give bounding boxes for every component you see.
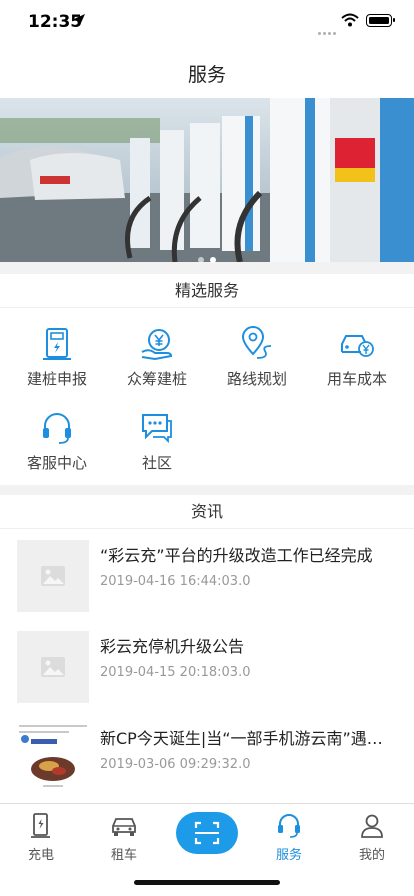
service-crowdfund[interactable]: 众筹建桩: [105, 326, 209, 389]
news-title: “彩云充”平台的升级改造工作已经完成: [100, 546, 373, 565]
news-date: 2019-03-06 09:29:32.0: [100, 757, 251, 772]
charging-post-icon: [43, 328, 71, 360]
car-icon: [112, 818, 136, 836]
service-label: 众筹建桩: [126, 370, 187, 388]
yen-hand-icon: [141, 329, 173, 361]
service-community[interactable]: 社区: [105, 410, 209, 473]
news-title: 新CP今天诞生|当“一部手机游云南”遇…: [100, 729, 383, 748]
news-date: 2019-04-16 16:44:03.0: [100, 574, 251, 589]
headset-icon: [43, 413, 71, 444]
service-label: 客服中心: [26, 454, 87, 472]
battery-icon: [366, 14, 395, 27]
banner-carousel[interactable]: [0, 98, 414, 262]
service-vehicle-cost[interactable]: 用车成本: [305, 326, 409, 389]
image-placeholder-icon: [41, 657, 65, 677]
tab-label: 租车: [110, 848, 137, 863]
article-preview-image: [17, 723, 89, 795]
home-indicator: [134, 880, 280, 885]
service-headset-icon: [278, 814, 300, 838]
service-route-planning[interactable]: 路线规划: [205, 326, 309, 389]
charger-icon: [31, 813, 50, 838]
service-label: 建桩申报: [26, 370, 87, 388]
news-thumbnail: [17, 631, 89, 703]
service-build-pile[interactable]: 建桩申报: [5, 326, 109, 389]
banner-pagination[interactable]: [0, 249, 414, 268]
image-placeholder-icon: [41, 566, 65, 586]
news-section: 资讯 “彩云充”平台的升级改造工作已经完成 2019-04-16 16:44:0…: [0, 495, 414, 803]
location-arrow-icon: [75, 14, 85, 24]
service-label: 路线规划: [226, 370, 287, 388]
user-icon: [361, 814, 383, 838]
tab-label: 服务: [275, 848, 302, 863]
service-customer-center[interactable]: 客服中心: [5, 410, 109, 473]
nav-bar: 服务: [0, 44, 414, 98]
service-label: 用车成本: [326, 370, 387, 388]
route-pin-icon: [241, 326, 272, 359]
chat-bubbles-icon: [142, 414, 172, 444]
service-label: 社区: [141, 454, 172, 472]
signal-icon: [318, 20, 338, 35]
tab-rental[interactable]: 租车: [83, 812, 165, 863]
news-thumbnail: [17, 540, 89, 612]
tab-profile[interactable]: 我的: [331, 812, 413, 863]
section-title: 资讯: [0, 495, 414, 529]
scan-icon: [194, 821, 220, 845]
tab-service[interactable]: 服务: [248, 812, 330, 863]
banner-image: [0, 98, 414, 262]
page-title: 服务: [187, 64, 226, 86]
news-item[interactable]: “彩云充”平台的升级改造工作已经完成 2019-04-16 16:44:03.0: [0, 540, 414, 620]
scan-button[interactable]: [176, 812, 238, 854]
tab-label: 充电: [27, 848, 54, 863]
car-yen-icon: [341, 335, 374, 357]
featured-services: 精选服务 建桩申报 众筹建桩 路线规划 用车成本 客服中心 社区: [0, 274, 414, 485]
wifi-icon: [341, 13, 359, 27]
news-thumbnail: [17, 723, 89, 795]
news-item[interactable]: 新CP今天诞生|当“一部手机游云南”遇… 2019-03-06 09:29:32…: [0, 723, 414, 803]
tab-charging[interactable]: 充电: [0, 812, 82, 863]
status-bar: 12:35: [0, 0, 414, 44]
news-date: 2019-04-15 20:18:03.0: [100, 665, 251, 680]
section-title: 精选服务: [0, 274, 414, 308]
tab-label: 我的: [358, 848, 385, 863]
news-title: 彩云充停机升级公告: [100, 637, 245, 656]
news-item[interactable]: 彩云充停机升级公告 2019-04-15 20:18:03.0: [0, 631, 414, 711]
